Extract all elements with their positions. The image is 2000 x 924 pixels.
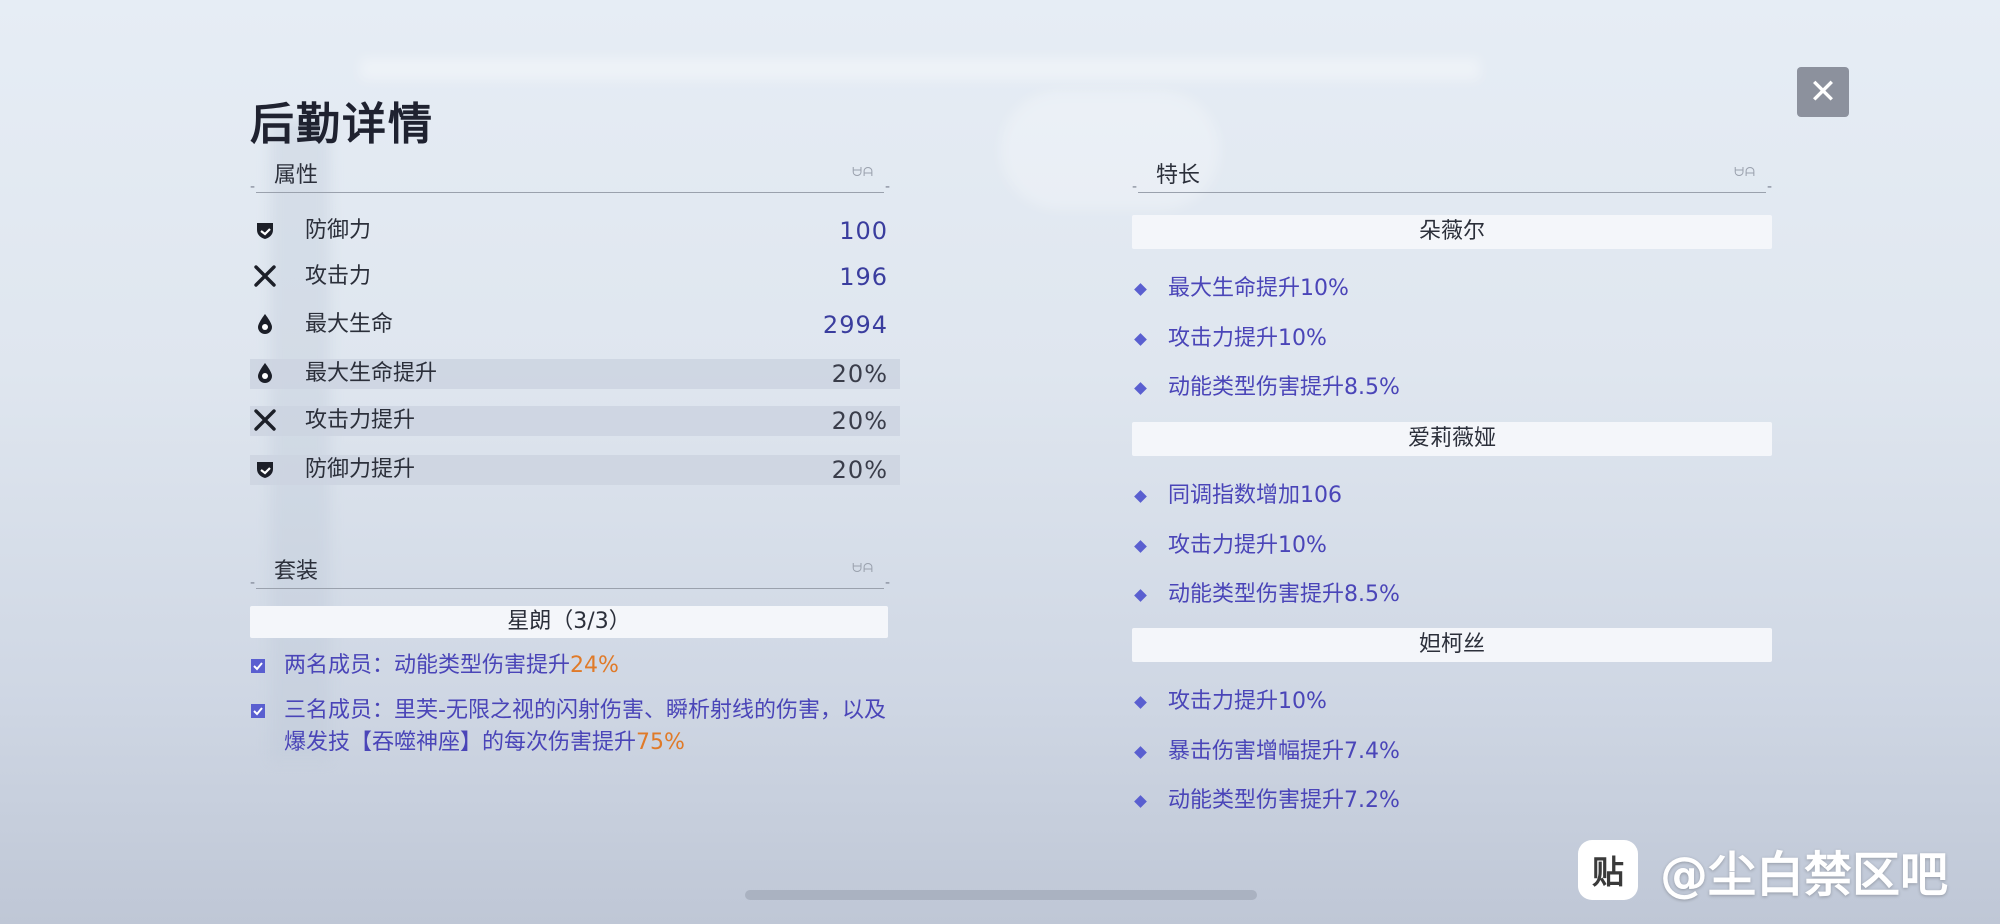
divider — [256, 192, 884, 193]
specialty-text: 攻击力提升10% — [1168, 533, 1327, 558]
set-effect-text: 三名成员：里芙-无限之视的闪射伤害、瞬析射线的伤害，以及爆发技【吞噬神座】的每次… — [284, 698, 886, 755]
diamond-bullet-icon — [1134, 696, 1147, 709]
section-header-attributes: 属性 ᗨᗩ - - — [250, 157, 890, 195]
set-effect-text: 两名成员：动能类型伤害提升 — [284, 653, 571, 678]
tieba-logo-icon: 贴 — [1578, 840, 1638, 900]
diamond-bullet-icon — [1134, 795, 1147, 808]
attribute-name: 攻击力 — [305, 264, 372, 289]
set-name: 星朗（3/3） — [250, 606, 888, 638]
drop-icon — [252, 311, 278, 337]
attribute-row: 防御力 100 — [250, 216, 900, 246]
diamond-bullet-icon — [1134, 746, 1147, 759]
crossed-swords-icon — [252, 407, 278, 433]
specialty-text: 动能类型伤害提升7.2% — [1168, 788, 1400, 813]
specialty-text: 同调指数增加106 — [1168, 483, 1342, 508]
attribute-name: 防御力 — [305, 218, 372, 243]
specialty-text: 攻击力提升10% — [1168, 326, 1327, 351]
diamond-bullet-icon — [1134, 382, 1147, 395]
attribute-name: 攻击力提升 — [305, 408, 416, 433]
divider-tick: - — [1766, 179, 1772, 195]
diamond-bullet-icon — [1134, 283, 1147, 296]
divider-tick: - — [884, 179, 890, 195]
section-title: 套装 — [274, 559, 319, 584]
set-effect-3: 三名成员：里芙-无限之视的闪射伤害、瞬析射线的伤害，以及爆发技【吞噬神座】的每次… — [250, 695, 910, 759]
diamond-bullet-icon — [1134, 333, 1147, 346]
checkbox-icon — [251, 704, 265, 718]
specialty-text: 动能类型伤害提升8.5% — [1168, 582, 1400, 607]
specialty-text: 攻击力提升10% — [1168, 689, 1327, 714]
specialty-text: 动能类型伤害提升8.5% — [1168, 375, 1400, 400]
attribute-name: 防御力提升 — [305, 457, 416, 482]
drop-icon — [252, 360, 278, 386]
attribute-row: 最大生命提升 20% — [250, 359, 900, 389]
checkbox-icon — [251, 659, 265, 673]
diamond-bullet-icon — [1134, 490, 1147, 503]
crossed-swords-icon — [252, 263, 278, 289]
section-header-set: 套装 ᗨᗩ - - — [250, 553, 890, 591]
watermark-text: @尘白禁区吧 — [1660, 847, 1949, 903]
shield-icon — [252, 456, 278, 482]
divider-tick: - — [250, 575, 256, 591]
attribute-value: 20% — [831, 456, 888, 484]
attribute-row: 防御力提升 20% — [250, 455, 900, 485]
set-effect-2: 两名成员：动能类型伤害提升24% — [250, 650, 910, 682]
attribute-name: 最大生命提升 — [305, 361, 438, 386]
attribute-row: 最大生命 2994 — [250, 310, 900, 340]
attribute-row: 攻击力提升 20% — [250, 406, 900, 436]
attribute-value: 20% — [831, 360, 888, 388]
divider — [256, 588, 884, 589]
set-effect-value: 75% — [636, 730, 685, 755]
decoration: ᗨᗩ — [852, 165, 874, 179]
set-effect-value: 24% — [570, 653, 619, 678]
shield-icon — [252, 217, 278, 243]
specialty-text: 暴击伤害增幅提升7.4% — [1168, 739, 1400, 764]
attribute-value: 20% — [831, 407, 888, 435]
diamond-bullet-icon — [1134, 589, 1147, 602]
attribute-value: 2994 — [822, 311, 888, 339]
attribute-value: 196 — [839, 263, 888, 291]
attribute-row: 攻击力 196 — [250, 262, 900, 292]
specialty-text: 最大生命提升10% — [1168, 276, 1349, 301]
divider — [1138, 192, 1766, 193]
attribute-name: 最大生命 — [305, 312, 394, 337]
character-name-bar: 朵薇尔 — [1132, 215, 1772, 249]
close-button[interactable]: ✕ — [1797, 67, 1849, 117]
divider-tick: - — [1132, 179, 1138, 195]
divider-tick: - — [250, 179, 256, 195]
decoration: ᗨᗩ — [852, 561, 874, 575]
background-blur — [360, 58, 1480, 80]
character-name-bar: 爱莉薇娅 — [1132, 422, 1772, 456]
divider-tick: - — [884, 575, 890, 591]
decoration: ᗨᗩ — [1734, 165, 1756, 179]
section-title: 特长 — [1156, 163, 1201, 188]
section-header-specialties: 特长 ᗨᗩ - - — [1132, 157, 1772, 195]
character-name-bar: 妲柯丝 — [1132, 628, 1772, 662]
watermark: 贴 @尘白禁区吧 — [1578, 838, 1949, 903]
diamond-bullet-icon — [1134, 540, 1147, 553]
scrollbar[interactable] — [745, 890, 1257, 900]
attribute-value: 100 — [839, 217, 888, 245]
page-title: 后勤详情 — [250, 99, 434, 150]
section-title: 属性 — [274, 163, 319, 188]
